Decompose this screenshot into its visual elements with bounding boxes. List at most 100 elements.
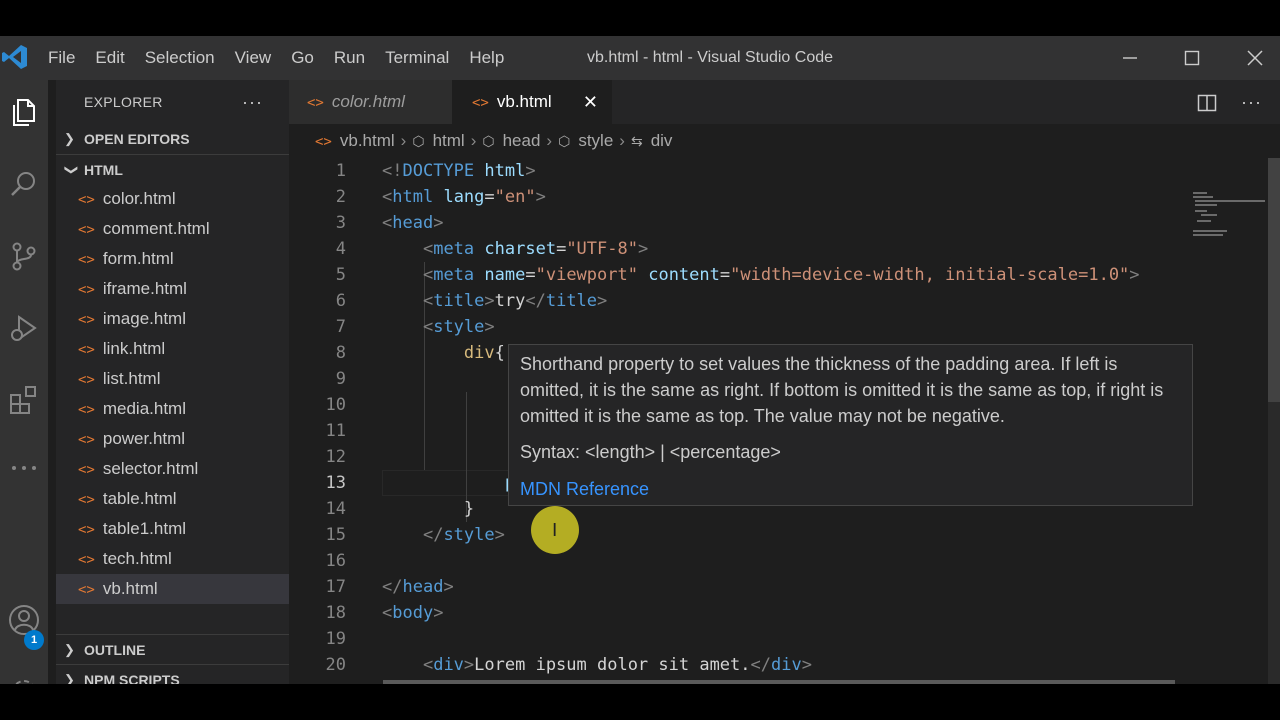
file-item[interactable]: <> table.html [56,484,289,514]
line-number: 19 [325,629,346,649]
more-activity[interactable] [0,444,48,492]
scrollbar-thumb[interactable] [1268,158,1280,402]
more-actions-button[interactable]: ··· [1241,80,1262,124]
breadcrumb-item[interactable]: div [651,131,673,150]
file-item[interactable]: <> color.html [56,184,289,214]
run-debug-icon [11,315,37,341]
breadcrumb-item[interactable]: head [503,131,541,150]
title-bar: File Edit Selection View Go Run Terminal… [0,36,1280,80]
split-editor-button[interactable] [1197,80,1217,124]
menu-terminal[interactable]: Terminal [375,36,459,80]
file-item[interactable]: <> selector.html [56,454,289,484]
code-line: 15 </style> [289,522,1189,548]
file-item-active[interactable]: <> vb.html [56,574,289,604]
code-line: 6 <title>try</title> [289,288,1189,314]
outline-section[interactable]: ❯ OUTLINE [56,634,289,664]
line-number: 11 [325,421,346,441]
menu-go[interactable]: Go [281,36,324,80]
code-line: 18 <body> [289,600,1189,626]
search-activity[interactable] [0,160,48,208]
maximize-icon [1184,50,1200,66]
html-file-icon: <> [78,582,95,598]
line-number: 17 [325,577,346,597]
chevron-right-icon: › [546,131,553,150]
maximize-button[interactable] [1162,36,1222,80]
file-name: media.html [102,399,186,418]
chevron-right-icon: ❯ [64,642,75,657]
line-number: 13 [325,473,346,493]
code-text: div{ [463,343,505,363]
file-item[interactable]: <> comment.html [56,214,289,244]
run-debug-activity[interactable] [0,304,48,352]
code-line: 17 </head> [289,574,1189,600]
npm-scripts-section[interactable]: ❯ NPM SCRIPTS [56,664,289,684]
code-line: 20 <div>Lorem ipsum dolor sit amet.</div… [289,652,1189,678]
hover-description: Shorthand property to set values the thi… [520,354,1164,426]
breadcrumb-item[interactable]: vb.html [340,131,395,150]
horizontal-scrollbar[interactable] [383,680,1175,684]
html-file-icon: <> [78,342,95,358]
code-text: <style> [422,317,495,337]
extensions-activity[interactable] [0,376,48,424]
tab-color-html[interactable]: <> color.html [289,80,452,124]
code-text: <title>try</title> [422,291,608,311]
file-item[interactable]: <> media.html [56,394,289,424]
chevron-right-icon: › [470,131,477,150]
file-item[interactable]: <> list.html [56,364,289,394]
line-number: 10 [325,395,346,415]
menu-edit[interactable]: Edit [85,36,134,80]
explorer-title: EXPLORER [84,94,163,110]
line-number: 4 [335,239,346,259]
file-item[interactable]: <> power.html [56,424,289,454]
html-file-icon: <> [78,282,95,298]
file-name: iframe.html [102,279,187,298]
html-file-icon: <> [78,192,95,208]
html-file-icon: <> [78,402,95,418]
chevron-right-icon: › [400,131,407,150]
code-line: 16 [289,548,1189,574]
close-tab-button[interactable]: ✕ [583,80,598,124]
menu-run[interactable]: Run [324,36,375,80]
minimap-line [1193,234,1223,236]
close-window-button[interactable] [1225,36,1280,80]
file-name: tech.html [102,549,172,568]
file-item[interactable]: <> form.html [56,244,289,274]
file-item[interactable]: <> tech.html [56,544,289,574]
line-number: 9 [335,369,346,389]
file-item[interactable]: <> iframe.html [56,274,289,304]
open-editors-section[interactable]: ❯ OPEN EDITORS [56,124,289,154]
file-item[interactable]: <> image.html [56,304,289,334]
tab-vb-html[interactable]: <> vb.html ✕ [452,80,612,124]
minimap-line [1193,192,1207,194]
breadcrumb-item[interactable]: style [578,131,613,150]
menu-selection[interactable]: Selection [135,36,225,80]
file-name: selector.html [102,459,199,478]
minimize-button[interactable] [1100,36,1160,80]
menu-view[interactable]: View [225,36,282,80]
explorer-activity[interactable] [0,88,48,136]
line-number: 15 [325,525,346,545]
code-line: 5 <meta name="viewport" content="width=d… [289,262,1189,288]
outline-label: OUTLINE [84,642,146,658]
html-file-icon: <> [78,462,95,478]
breadcrumb-item[interactable]: html [433,131,465,150]
text-cursor-icon: I [552,520,558,541]
file-item[interactable]: <> link.html [56,334,289,364]
vertical-scrollbar[interactable] [1268,158,1280,684]
element-icon: ⬡ [558,133,571,149]
file-item[interactable]: <> table1.html [56,514,289,544]
source-control-activity[interactable] [0,232,48,280]
manage-activity[interactable] [0,668,48,684]
tab-label: vb.html [496,92,552,111]
html-folder-section[interactable]: ❯ HTML [56,154,289,184]
vscode-logo-icon [2,45,27,69]
html-file-icon: <> [472,95,489,111]
minimap[interactable] [1189,158,1269,684]
menu-help[interactable]: Help [459,36,514,80]
code-line: 19 [289,626,1189,652]
mdn-reference-link[interactable]: MDN Reference [520,476,649,502]
menu-file[interactable]: File [38,36,85,80]
line-number: 7 [335,317,346,337]
line-number: 14 [325,499,346,519]
explorer-more-button[interactable]: ··· [242,80,263,124]
